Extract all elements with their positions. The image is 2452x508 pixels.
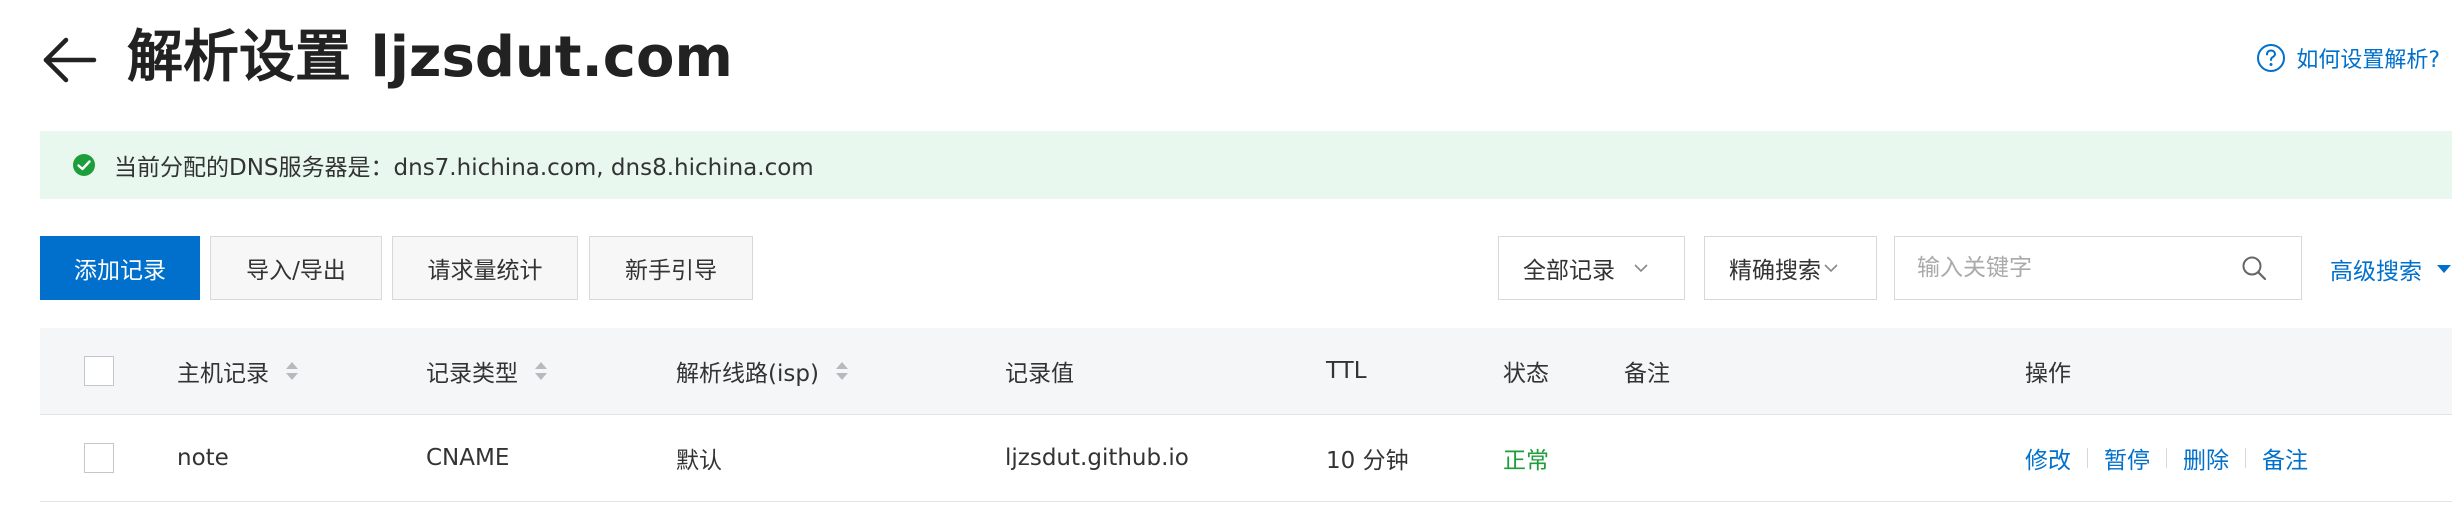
table-header: 主机记录 记录类型 解析线路(isp) 记录值 TTL 状态 备注 操作 bbox=[40, 328, 2452, 415]
pause-link[interactable]: 暂停 bbox=[2104, 441, 2150, 475]
row-checkbox[interactable] bbox=[84, 443, 114, 473]
action-divider bbox=[2166, 448, 2167, 468]
import-export-button[interactable]: 导入/导出 bbox=[210, 236, 382, 300]
dns-notice-bar: 当前分配的DNS服务器是：dns7.hichina.com, dns8.hich… bbox=[40, 131, 2452, 199]
record-filter-value: 全部记录 bbox=[1523, 258, 1615, 284]
page-title: 解析设置 ljzsdut.com bbox=[127, 25, 733, 90]
chevron-down-icon bbox=[1824, 264, 1838, 273]
column-type-label: 记录类型 bbox=[426, 361, 518, 387]
cell-host: note bbox=[177, 445, 229, 471]
cell-ttl: 10 分钟 bbox=[1326, 448, 1409, 474]
back-button[interactable] bbox=[40, 30, 100, 90]
cell-line: 默认 bbox=[676, 448, 722, 474]
cell-value: ljzsdut.github.io bbox=[1005, 445, 1189, 471]
record-filter-select[interactable]: 全部记录 bbox=[1498, 236, 1685, 300]
check-circle-icon bbox=[73, 154, 95, 176]
help-link[interactable]: 如何设置解析? bbox=[2256, 42, 2440, 74]
cell-actions: 修改 暂停 删除 备注 bbox=[2025, 415, 2308, 501]
select-all-checkbox[interactable] bbox=[84, 356, 114, 386]
sort-icon[interactable] bbox=[835, 360, 849, 382]
request-stats-button[interactable]: 请求量统计 bbox=[392, 236, 578, 300]
chevron-down-icon bbox=[1634, 264, 1648, 273]
edit-link[interactable]: 修改 bbox=[2025, 441, 2071, 475]
column-remark: 备注 bbox=[1624, 361, 1670, 387]
caret-down-icon bbox=[2437, 265, 2451, 273]
search-icon[interactable] bbox=[2241, 255, 2267, 281]
delete-link[interactable]: 删除 bbox=[2183, 441, 2229, 475]
question-circle-icon bbox=[2257, 44, 2286, 72]
search-mode-value: 精确搜索 bbox=[1729, 258, 1821, 284]
arrow-left-icon bbox=[43, 37, 97, 83]
search-mode-select[interactable]: 精确搜索 bbox=[1704, 236, 1877, 300]
column-type[interactable]: 记录类型 bbox=[426, 328, 548, 414]
sort-icon[interactable] bbox=[285, 360, 299, 382]
action-divider bbox=[2245, 448, 2246, 468]
sort-icon[interactable] bbox=[534, 360, 548, 382]
dns-records-table: 主机记录 记录类型 解析线路(isp) 记录值 TTL 状态 备注 操作 not… bbox=[40, 328, 2452, 502]
cell-type: CNAME bbox=[426, 445, 510, 471]
column-status: 状态 bbox=[1503, 361, 1549, 387]
cell-status: 正常 bbox=[1503, 448, 1549, 474]
advanced-search-label: 高级搜索 bbox=[2330, 259, 2422, 285]
table-row: note CNAME 默认 ljzsdut.github.io 10 分钟 正常… bbox=[40, 415, 2452, 502]
action-divider bbox=[2087, 448, 2088, 468]
add-record-button[interactable]: 添加记录 bbox=[40, 236, 200, 300]
dns-notice-text: 当前分配的DNS服务器是：dns7.hichina.com, dns8.hich… bbox=[114, 155, 814, 181]
page-header: 解析设置 ljzsdut.com 如何设置解析? bbox=[40, 22, 2450, 98]
search-box bbox=[1894, 236, 2302, 300]
remark-link[interactable]: 备注 bbox=[2262, 441, 2308, 475]
search-input[interactable] bbox=[1917, 251, 2217, 285]
advanced-search-toggle[interactable]: 高级搜索 bbox=[2330, 252, 2452, 286]
help-link-label: 如何设置解析? bbox=[2296, 48, 2440, 73]
column-host-label: 主机记录 bbox=[177, 361, 269, 387]
column-value: 记录值 bbox=[1005, 361, 1074, 387]
column-ttl: TTL bbox=[1326, 358, 1367, 384]
column-actions: 操作 bbox=[2025, 361, 2071, 387]
column-host[interactable]: 主机记录 bbox=[177, 328, 299, 414]
column-line[interactable]: 解析线路(isp) bbox=[676, 328, 849, 414]
beginner-guide-button[interactable]: 新手引导 bbox=[589, 236, 753, 300]
column-line-label: 解析线路(isp) bbox=[676, 361, 819, 387]
